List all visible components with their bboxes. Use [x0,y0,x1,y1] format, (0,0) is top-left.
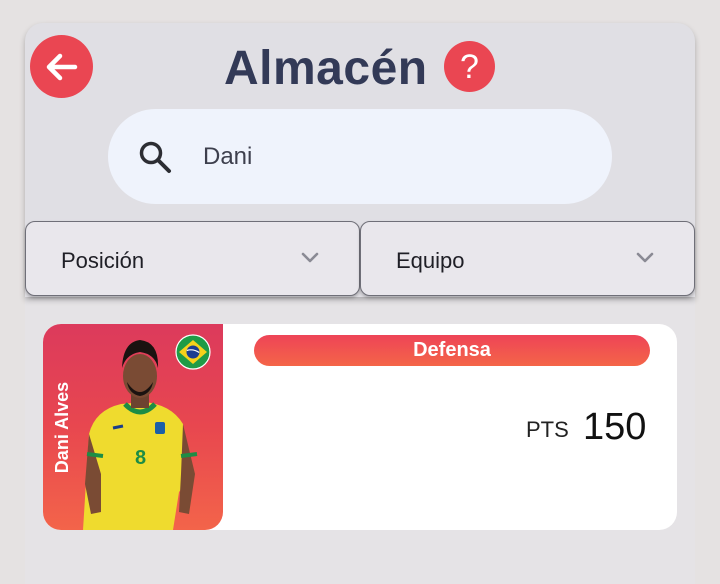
back-button[interactable] [30,35,93,98]
position-filter-label: Posición [61,248,145,273]
team-filter-dropdown[interactable]: Equipo [360,221,695,296]
page-title: Almacén [224,42,428,95]
chevron-down-icon [636,252,654,263]
points-value: 150 [583,406,647,448]
question-icon: ? [460,47,479,86]
position-filter-dropdown[interactable]: Posición [25,221,360,296]
search-icon [139,141,171,173]
arrow-left-icon [46,53,77,80]
help-button[interactable]: ? [444,41,495,92]
position-badge: Defensa [254,335,650,366]
brazil-flag-icon [175,334,211,370]
points-label: PTS [526,417,569,442]
chevron-down-icon [301,252,319,263]
player-name: Dani Alves [52,381,73,473]
team-filter-label: Equipo [396,248,465,273]
search-input[interactable] [203,138,583,176]
player-name-vertical: Dani Alves [43,324,83,530]
svg-text:8: 8 [135,447,146,469]
